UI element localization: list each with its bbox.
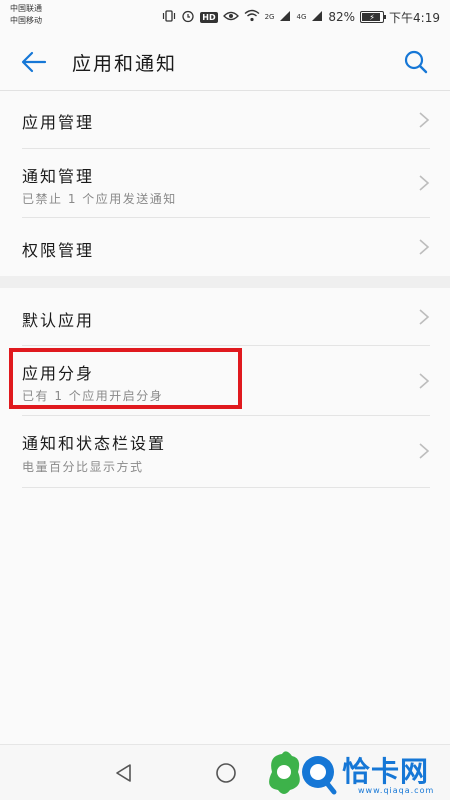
back-button[interactable] [18, 46, 50, 78]
chevron-right-icon [419, 443, 430, 459]
battery-percent: 82% [328, 10, 356, 24]
divider [22, 487, 430, 488]
item-subtitle: 电量百分比显示方式 [22, 460, 144, 474]
carrier-2: 中国移动 [10, 16, 42, 25]
chevron-right-icon [419, 112, 430, 128]
signal-icon [311, 10, 323, 25]
triangle-back-icon[interactable] [112, 761, 136, 785]
item-title: 权限管理 [22, 241, 95, 260]
status-icons: HD 2G 4G 82% ⚡ 下午4:19 [162, 7, 440, 27]
circle-home-icon[interactable] [214, 761, 238, 785]
clock: 下午4:19 [389, 10, 440, 25]
network-type-2: 4G [296, 13, 307, 21]
chevron-right-icon [419, 309, 430, 325]
network-type-1: 2G [264, 13, 275, 21]
item-title: 通知和状态栏设置 [22, 434, 167, 453]
arrow-left-icon [21, 51, 47, 73]
item-title: 默认应用 [22, 311, 95, 330]
list-item-default-apps[interactable]: 默认应用 [0, 288, 450, 346]
list-item-permission-management[interactable]: 权限管理 [0, 218, 450, 276]
carrier-info: 中国联通 中国移动 [10, 3, 42, 27]
highlight-annotation [9, 348, 242, 409]
alarm-icon [181, 9, 195, 26]
watermark-text: 恰卡网 [342, 755, 430, 788]
item-title: 通知管理 [22, 167, 95, 186]
chevron-right-icon [419, 175, 430, 191]
watermark-logo-icon [269, 751, 337, 795]
settings-group-1: 应用管理 通知管理 已禁止 1 个应用发送通知 权限管理 [0, 91, 450, 276]
watermark: 恰卡网 www.qiaqa.com [262, 744, 450, 800]
watermark-url: www.qiaqa.com [358, 786, 435, 795]
chevron-right-icon [419, 373, 430, 389]
chevron-right-icon [419, 239, 430, 255]
list-item-app-management[interactable]: 应用管理 [0, 91, 450, 149]
vibrate-icon [162, 9, 176, 26]
page-title: 应用和通知 [72, 53, 178, 75]
status-bar: 中国联通 中国移动 HD 2G 4G 82% ⚡ 下午4:19 [0, 0, 450, 34]
battery-icon: ⚡ [360, 11, 387, 23]
search-icon [404, 50, 428, 74]
eye-icon [222, 10, 239, 25]
app-bar: 应用和通知 [0, 34, 450, 90]
item-title: 应用管理 [22, 113, 95, 132]
list-item-notification-status-bar-settings[interactable]: 通知和状态栏设置 电量百分比显示方式 [0, 416, 450, 488]
search-button[interactable] [400, 46, 432, 78]
wifi-icon [244, 9, 260, 25]
section-gap [0, 276, 450, 288]
carrier-1: 中国联通 [10, 4, 42, 13]
signal-icon [279, 10, 291, 25]
item-subtitle: 已禁止 1 个应用发送通知 [22, 192, 177, 206]
list-item-notification-management[interactable]: 通知管理 已禁止 1 个应用发送通知 [0, 149, 450, 218]
hd-icon: HD [200, 11, 218, 23]
